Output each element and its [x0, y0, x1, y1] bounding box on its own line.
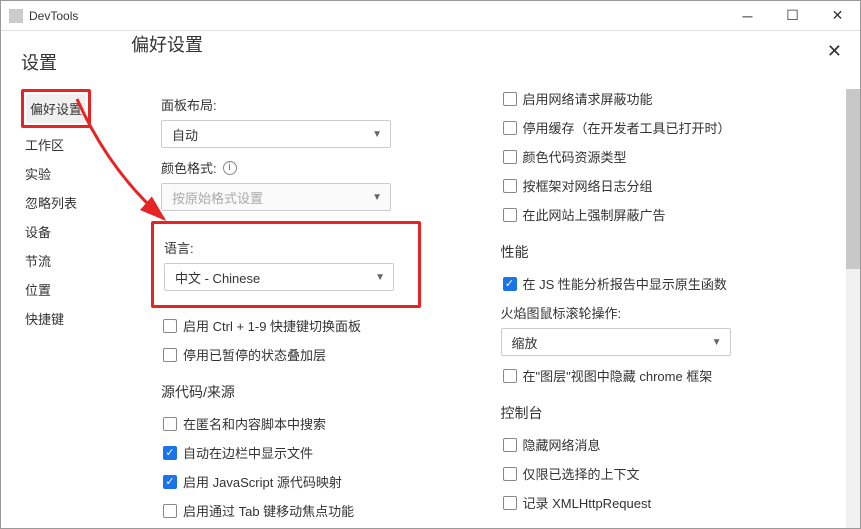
sidebar-item-ignorelist[interactable]: 忽略列表	[21, 188, 131, 217]
checkbox-icon	[503, 179, 517, 193]
sidebar-item-throttling[interactable]: 节流	[21, 246, 131, 275]
scrollbar[interactable]	[846, 89, 860, 528]
scroll-thumb[interactable]	[846, 89, 860, 269]
highlight-preferences: 偏好设置	[21, 89, 91, 128]
checkbox-hide-net-msg[interactable]: 隐藏网络消息	[501, 435, 831, 454]
chevron-down-icon: ▼	[712, 337, 722, 348]
sidebar-item-devices[interactable]: 设备	[21, 217, 131, 246]
checkbox-icon	[503, 496, 517, 510]
checkbox-icon	[163, 348, 177, 362]
panel-layout-value: 自动	[172, 125, 198, 144]
chevron-down-icon: ▼	[372, 192, 382, 203]
sidebar-item-preferences[interactable]: 偏好设置	[26, 94, 86, 123]
checkbox-icon	[503, 92, 517, 106]
checkbox-force-adblock[interactable]: 在此网站上强制屏蔽广告	[501, 205, 831, 224]
checkbox-disable-cache[interactable]: 停用缓存（在开发者工具已打开时）	[501, 118, 831, 137]
language-label: 语言:	[164, 238, 408, 257]
flame-scroll-select[interactable]: 缩放 ▼	[501, 328, 731, 356]
checkbox-icon	[503, 121, 517, 135]
sidebar-item-shortcuts[interactable]: 快捷键	[21, 304, 131, 333]
checkbox-group-by-frame[interactable]: 按框架对网络日志分组	[501, 176, 831, 195]
flame-scroll-value: 缩放	[512, 333, 538, 352]
window-titlebar: DevTools ─ ☐ ✕	[1, 1, 860, 31]
section-performance: 性能	[501, 242, 831, 262]
highlight-language: 语言: 中文 - Chinese ▼	[151, 221, 421, 308]
checkbox-sidebar-files[interactable]: ✓ 自动在边栏中显示文件	[161, 443, 471, 462]
sidebar-item-locations[interactable]: 位置	[21, 275, 131, 304]
sidebar-item-workspace[interactable]: 工作区	[21, 130, 131, 159]
info-icon[interactable]: i	[223, 161, 237, 175]
page-title: 设置	[21, 49, 131, 75]
close-window-button[interactable]: ✕	[815, 1, 860, 31]
flame-scroll-label: 火焰图鼠标滚轮操作:	[501, 303, 831, 322]
checkbox-icon	[503, 150, 517, 164]
section-sources: 源代码/来源	[161, 382, 471, 402]
chevron-down-icon: ▼	[372, 129, 382, 140]
color-format-label: 颜色格式: i	[161, 158, 471, 177]
color-format-select[interactable]: 按原始格式设置 ▼	[161, 183, 391, 211]
checkbox-pause-overlay[interactable]: 停用已暂停的状态叠加层	[161, 345, 471, 364]
checkbox-net-block[interactable]: 启用网络请求屏蔽功能	[501, 89, 831, 108]
chevron-down-icon: ▼	[375, 272, 385, 283]
language-value: 中文 - Chinese	[175, 268, 260, 287]
section-console: 控制台	[501, 403, 831, 423]
checkbox-tab-focus[interactable]: 启用通过 Tab 键移动焦点功能	[161, 501, 471, 520]
main-title: 偏好设置	[131, 31, 203, 57]
checkbox-icon	[503, 467, 517, 481]
checkbox-icon: ✓	[163, 475, 177, 489]
checkbox-icon: ✓	[163, 446, 177, 460]
checkbox-hide-chrome-frame[interactable]: 在"图层"视图中隐藏 chrome 框架	[501, 366, 831, 385]
checkbox-selected-ctx[interactable]: 仅限已选择的上下文	[501, 464, 831, 483]
checkbox-anon-scripts[interactable]: 在匿名和内容脚本中搜索	[161, 414, 471, 433]
checkbox-native-fns[interactable]: ✓ 在 JS 性能分析报告中显示原生函数	[501, 274, 831, 293]
window-title: DevTools	[29, 9, 725, 23]
panel-layout-label: 面板布局:	[161, 95, 471, 114]
checkbox-icon	[163, 504, 177, 518]
maximize-button[interactable]: ☐	[770, 1, 815, 31]
checkbox-icon	[163, 319, 177, 333]
checkbox-log-xhr[interactable]: 记录 XMLHttpRequest	[501, 493, 831, 512]
language-select[interactable]: 中文 - Chinese ▼	[164, 263, 394, 291]
color-format-value: 按原始格式设置	[172, 188, 263, 207]
checkbox-icon	[503, 438, 517, 452]
checkbox-icon: ✓	[503, 277, 517, 291]
checkbox-icon	[503, 208, 517, 222]
panel-layout-select[interactable]: 自动 ▼	[161, 120, 391, 148]
app-icon	[9, 9, 23, 23]
checkbox-color-res-type[interactable]: 颜色代码资源类型	[501, 147, 831, 166]
checkbox-icon	[503, 369, 517, 383]
checkbox-js-maps[interactable]: ✓ 启用 JavaScript 源代码映射	[161, 472, 471, 491]
sidebar-item-experiments[interactable]: 实验	[21, 159, 131, 188]
checkbox-icon	[163, 417, 177, 431]
checkbox-ctrl19[interactable]: 启用 Ctrl + 1-9 快捷键切换面板	[161, 316, 471, 335]
minimize-button[interactable]: ─	[725, 1, 770, 31]
